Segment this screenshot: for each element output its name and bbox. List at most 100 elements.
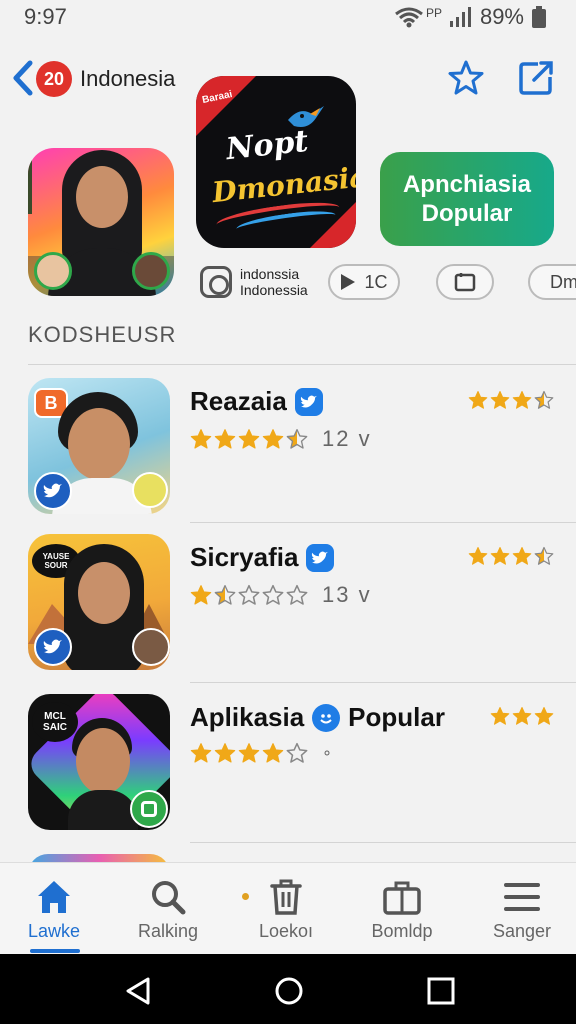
mini-avatar [132, 628, 170, 666]
star-full-icon [490, 391, 510, 409]
star-full-icon [214, 429, 236, 449]
list-item[interactable]: YAUSE SOUR Sicryafia 13 v [0, 524, 576, 674]
play-chip[interactable]: 1C [328, 264, 400, 300]
list-item[interactable]: MCL SAIC Aplikasia Popular ∘ [0, 684, 576, 834]
star-half-icon [214, 584, 236, 605]
person-face [68, 408, 130, 480]
instagram-line1: indonssia [240, 266, 300, 282]
battery-icon [532, 6, 546, 28]
twitter-icon [34, 628, 72, 666]
star-half-icon [286, 428, 308, 449]
rating-row: ∘ [190, 742, 334, 764]
instagram-icon [200, 266, 232, 298]
rating-stars [190, 584, 308, 606]
trash-icon [270, 879, 302, 915]
app-thumbnail: MCL SAIC [28, 694, 170, 830]
rating-stars [190, 742, 308, 764]
star-full-icon [238, 743, 260, 763]
star-full-icon [214, 743, 236, 763]
nav-label: Loekoı [258, 921, 314, 941]
battery-percent: 89% [479, 4, 524, 29]
menu-icon [504, 883, 540, 911]
system-back-icon[interactable] [124, 976, 154, 1006]
gift-badge-icon [132, 472, 168, 508]
star-empty-icon [286, 742, 308, 763]
star-full-icon [190, 585, 212, 605]
star-empty-icon [262, 584, 284, 605]
rating-count: ∘ [322, 745, 335, 762]
nav-label: Ralking [137, 921, 199, 941]
star-full-icon [468, 547, 488, 565]
nav-label: Bomldp [371, 921, 433, 941]
star-full-icon [490, 547, 510, 565]
smile-badge-icon [312, 703, 341, 732]
instagram-line2: Indonessia [240, 282, 308, 298]
wifi-icon [395, 7, 423, 28]
green-badge-icon [130, 790, 168, 828]
nav-item-trash[interactable]: Loekoı [236, 863, 336, 955]
verified-twitter-icon [294, 387, 323, 416]
featured-app-icon[interactable]: Baraai Nopt Dmonasia [196, 76, 356, 248]
app-name-suffix: Popular [348, 702, 445, 732]
status-bar: 9:97 PP 89% [0, 0, 576, 34]
popular-app-button[interactable]: Apnchiasia Dopular [380, 152, 554, 246]
divider [28, 364, 576, 365]
system-home-icon[interactable] [274, 976, 304, 1006]
app-thumbnail: YAUSE SOUR [28, 534, 170, 670]
app-name: Reazaia [190, 386, 287, 416]
star-empty-icon [286, 584, 308, 605]
star-full-icon [262, 429, 284, 449]
star-full-icon [238, 429, 260, 449]
palm-tree-decor [28, 154, 58, 214]
verified-twitter-icon [306, 543, 335, 572]
play-icon [341, 274, 356, 290]
featured-person-face [76, 166, 128, 228]
rating-row: 12 v [190, 426, 372, 452]
rating-row: 13 v [190, 582, 372, 608]
list-item[interactable]: B Reazaia 12 v [0, 368, 576, 518]
star-full-icon [512, 391, 532, 409]
person-face [76, 728, 130, 794]
nav-item-home[interactable]: Lawke [4, 863, 104, 955]
play-chip-label: 1C [364, 271, 388, 292]
section-heading: KODSHEUSR [28, 322, 177, 347]
nav-item-briefcase[interactable]: Bomldp [352, 863, 452, 955]
star-full-icon [512, 547, 532, 565]
star-half-icon [534, 546, 554, 565]
featured-app-title-line1: Nopt [224, 123, 310, 168]
system-recents-icon[interactable] [426, 976, 456, 1006]
star-empty-icon [238, 584, 260, 605]
status-time: 9:97 [24, 4, 67, 29]
search-icon [152, 881, 186, 915]
system-nav-bar [0, 954, 576, 1024]
divider [190, 522, 576, 523]
nav-item-search[interactable]: Ralking [118, 863, 218, 955]
instagram-chip[interactable]: indonssia Indonessia [200, 264, 308, 300]
star-full-icon [534, 707, 554, 725]
square-icon [454, 273, 476, 292]
rating-stars [190, 428, 308, 450]
divider [190, 682, 576, 683]
star-full-icon [190, 429, 212, 449]
nav-label: Lawke [27, 921, 81, 941]
star-full-icon [512, 707, 532, 725]
partial-chip-label: Dm [550, 271, 576, 292]
star-half-icon [534, 390, 554, 409]
popular-button-line2: Dopular [421, 200, 513, 227]
rating-count: 13 v [322, 582, 372, 607]
active-tab-indicator [30, 949, 80, 953]
status-icons: PP 89% [394, 4, 546, 30]
divider [190, 842, 576, 843]
app-name: Aplikasia [190, 702, 305, 732]
square-chip[interactable] [436, 264, 494, 300]
partial-chip[interactable]: Dm [528, 264, 576, 300]
star-full-icon [490, 707, 510, 725]
home-icon [38, 881, 70, 913]
bottom-nav: Lawke Ralking Loekoı Bomldp Sanger [0, 862, 576, 954]
nav-label: Sanger [492, 921, 552, 941]
featured-app-title-line2: Dmonasia [210, 159, 356, 210]
nav-item-menu[interactable]: Sanger [472, 863, 572, 955]
star-full-icon [190, 743, 212, 763]
star-full-icon [262, 743, 284, 763]
signal-icon [449, 7, 471, 27]
